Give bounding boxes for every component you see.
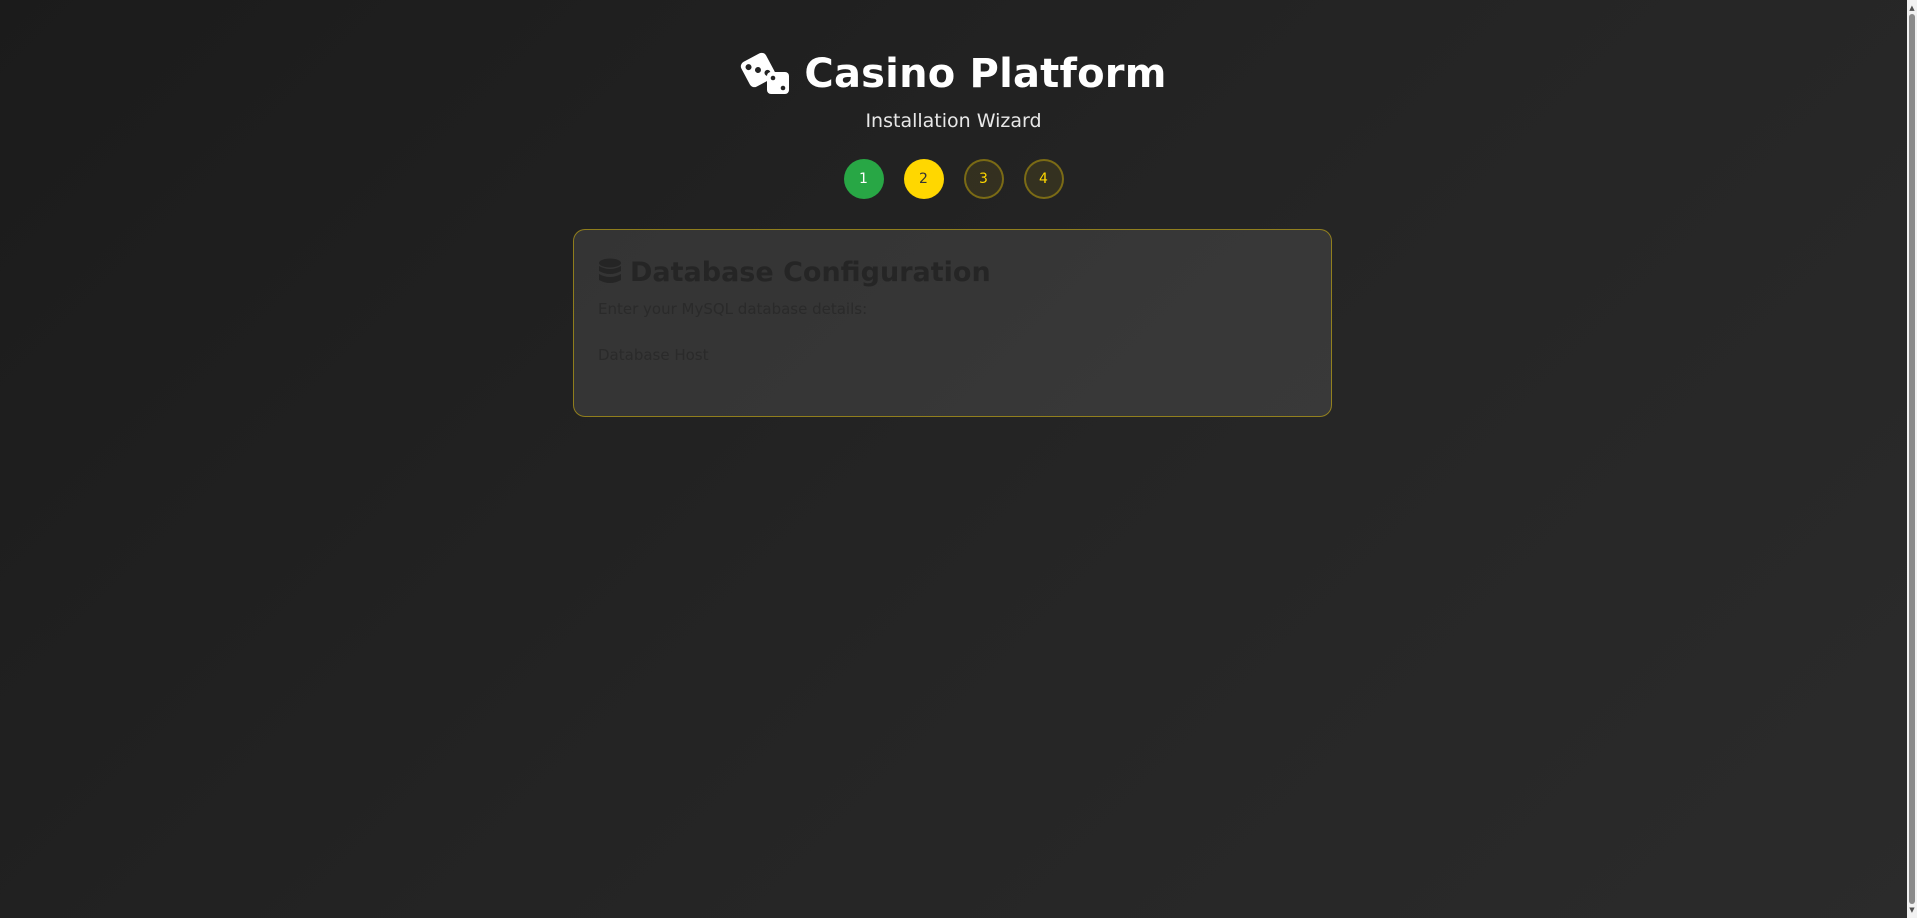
card-description: Enter your MySQL database details: [598,300,868,318]
page-title: Casino Platform [804,51,1167,97]
title-row: Casino Platform [740,46,1166,102]
installer-page: Casino Platform Installation Wizard 1 2 … [0,0,1907,918]
vertical-scrollbar[interactable]: ▲ ▼ [1907,0,1917,918]
scroll-up-icon[interactable]: ▲ [1907,2,1917,14]
page-subtitle: Installation Wizard [865,110,1042,132]
step-indicator: 1 2 3 4 [0,159,1907,199]
step-3[interactable]: 3 [963,159,1004,199]
database-host-label: Database Host [598,346,709,364]
step-1[interactable]: 1 [843,159,884,199]
dice-icon [740,52,792,96]
header: Casino Platform Installation Wizard [0,46,1907,132]
step-2[interactable]: 2 [903,159,944,199]
card-title: Database Configuration [630,256,991,288]
scrollbar-thumb[interactable] [1909,14,1915,904]
step-4[interactable]: 4 [1023,159,1064,199]
database-icon [598,258,622,286]
scroll-down-icon[interactable]: ▼ [1907,904,1917,916]
card-header: Database Configuration [598,254,1307,290]
database-config-card: Database Configuration Enter your MySQL … [573,229,1332,417]
